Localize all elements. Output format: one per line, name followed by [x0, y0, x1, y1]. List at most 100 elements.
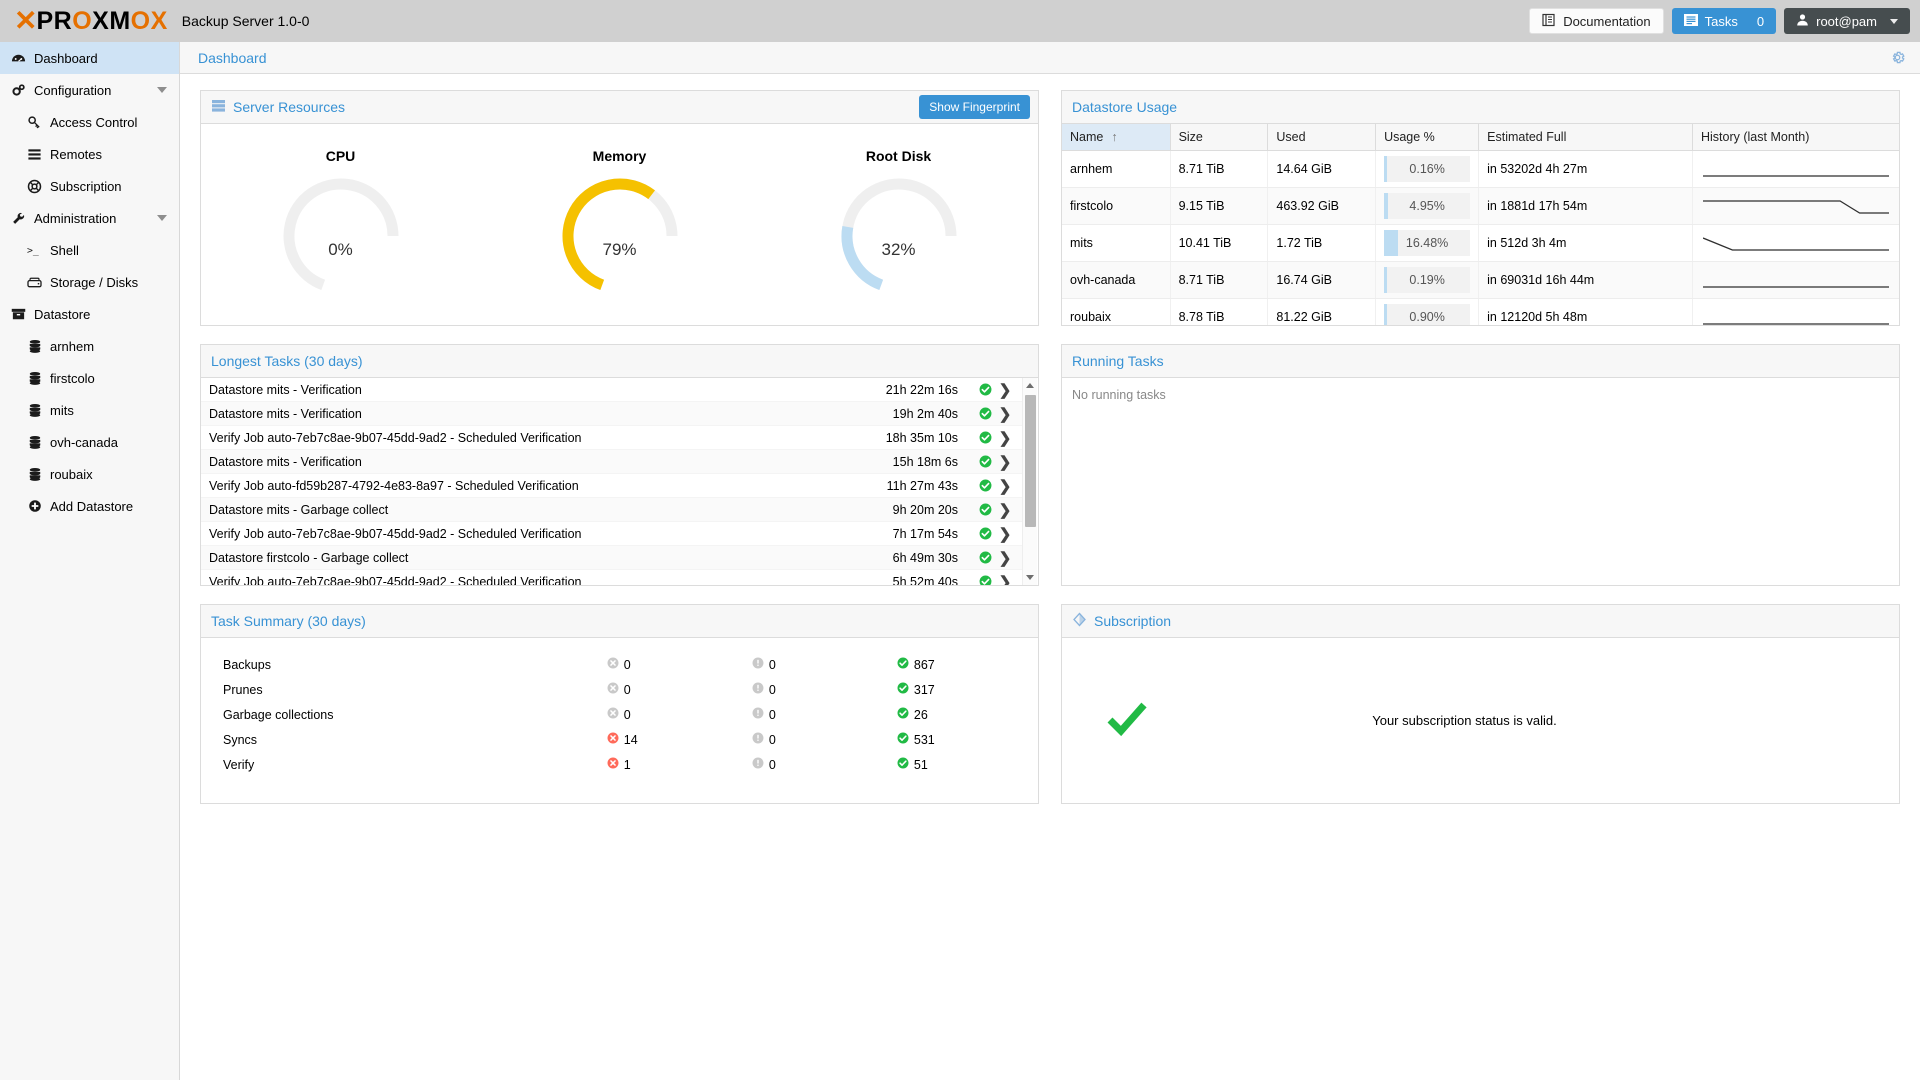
column-header-label: Used [1276, 130, 1306, 144]
task-row[interactable]: Verify Job auto-7eb7c8ae-9b07-45dd-9ad2 … [201, 426, 1022, 450]
chevron-right-icon[interactable]: ❯ [994, 573, 1016, 586]
datastore-row[interactable]: mits 10.41 TiB 1.72 TiB 16.48% in 512d 3h 4… [1062, 224, 1899, 262]
sidebar-item-add-datastore[interactable]: Add Datastore [0, 490, 179, 522]
sidebar-item-roubaix[interactable]: roubaix [0, 458, 179, 490]
sidebar-item-administration[interactable]: Administration [0, 202, 179, 234]
green-check-icon [1104, 696, 1150, 745]
usage-percent-label: 0.90% [1409, 310, 1445, 324]
task-description: Verify Job auto-fd59b287-4792-4e83-8a97 … [209, 478, 579, 493]
task-summary-label: Garbage collections [223, 707, 334, 722]
logo-wordmark: PROXMOX [36, 6, 168, 35]
column-header-history-last-month[interactable]: History (last Month) [1692, 124, 1899, 151]
task-duration: 15h 18m 6s [892, 454, 958, 469]
datastore-row[interactable]: firstcolo 9.15 TiB 463.92 GiB 4.95% in 1881… [1062, 187, 1899, 225]
chevron-right-icon[interactable]: ❯ [994, 525, 1016, 543]
task-row[interactable]: Verify Job auto-7eb7c8ae-9b07-45dd-9ad2 … [201, 522, 1022, 546]
task-summary-panel: Task Summary (30 days) Backups 0 0 867 Prune… [200, 604, 1039, 804]
task-summary-warning-cell: 0 [748, 702, 893, 727]
datastore-estimated-full-cell: in 12120d 5h 48m [1478, 298, 1693, 325]
datastore-row[interactable]: ovh-canada 8.71 TiB 16.74 GiB 0.19% in 6903… [1062, 261, 1899, 299]
ok-icon [897, 732, 909, 747]
scroll-down-arrow[interactable] [1023, 570, 1037, 585]
user-menu-button[interactable]: root@pam [1784, 8, 1910, 34]
column-header-name[interactable]: Name ↑ [1062, 124, 1171, 151]
datastore-usage-title: Datastore Usage [1072, 99, 1178, 115]
task-duration: 5h 52m 40s [892, 574, 958, 586]
sidebar-item-shell[interactable]: >_ Shell [0, 234, 179, 266]
logo-x-mark: ✕ [14, 5, 38, 36]
chevron-down-icon[interactable] [157, 215, 167, 221]
task-row[interactable]: Datastore mits - Garbage collect 9h 20m 2… [201, 498, 1022, 522]
chevron-right-icon[interactable]: ❯ [994, 381, 1016, 399]
database-icon [26, 339, 43, 354]
column-header-usage[interactable]: Usage % [1375, 124, 1480, 151]
sidebar-item-datastore[interactable]: Datastore [0, 298, 179, 330]
scrollbar-thumb[interactable] [1025, 395, 1036, 527]
sidebar-nav: Dashboard Configuration Access Control Remo… [0, 42, 180, 1080]
datastore-estimated-full-cell: in 512d 3h 4m [1478, 224, 1693, 262]
datastore-name-cell: firstcolo [1062, 187, 1171, 225]
sidebar-item-access-control[interactable]: Access Control [0, 106, 179, 138]
sidebar-item-storage-disks[interactable]: Storage / Disks [0, 266, 179, 298]
key-icon [26, 115, 43, 130]
sidebar-item-mits[interactable]: mits [0, 394, 179, 426]
chevron-right-icon[interactable]: ❯ [994, 453, 1016, 471]
sidebar-item-dashboard[interactable]: Dashboard [0, 42, 179, 74]
task-duration: 18h 35m 10s [885, 430, 958, 445]
task-row[interactable]: Datastore mits - Verification 21h 22m 16s… [201, 378, 1022, 402]
tasks-button[interactable]: Tasks 0 [1671, 8, 1777, 34]
warning-icon [752, 732, 764, 747]
chevron-right-icon[interactable]: ❯ [994, 549, 1016, 567]
task-row[interactable]: Verify Job auto-fd59b287-4792-4e83-8a97 … [201, 474, 1022, 498]
datastore-row[interactable]: roubaix 8.78 TiB 81.22 GiB 0.90% in 12120d … [1062, 298, 1899, 325]
task-summary-error-cell: 0 [603, 702, 748, 727]
column-header-used[interactable]: Used [1267, 124, 1377, 151]
sidebar-item-arnhem[interactable]: arnhem [0, 330, 179, 362]
task-summary-row: Syncs 14 0 531 [201, 727, 1038, 752]
datastore-row[interactable]: arnhem 8.71 TiB 14.64 GiB 0.16% in 53202d 4… [1062, 150, 1899, 188]
column-header-estimated-full[interactable]: Estimated Full [1478, 124, 1693, 151]
error-count: 0 [623, 682, 631, 697]
chevron-right-icon[interactable]: ❯ [994, 501, 1016, 519]
datastore-usage-panel: Datastore Usage Name ↑ Size Used Usage % Esti… [1061, 90, 1900, 326]
gears-icon [10, 83, 27, 98]
sidebar-item-ovh-canada[interactable]: ovh-canada [0, 426, 179, 458]
longest-tasks-list: Datastore mits - Verification 21h 22m 16s… [201, 378, 1038, 585]
column-header-size[interactable]: Size [1170, 124, 1269, 151]
task-row[interactable]: Verify Job auto-7eb7c8ae-9b07-45dd-9ad2 … [201, 570, 1022, 585]
sidebar-item-subscription[interactable]: Subscription [0, 170, 179, 202]
usage-bar-fill [1384, 193, 1389, 219]
book-icon [1542, 13, 1556, 30]
chevron-right-icon[interactable]: ❯ [994, 477, 1016, 495]
datastore-usage-percent-cell: 0.16% [1375, 150, 1480, 188]
datastore-used-cell: 14.64 GiB [1267, 150, 1377, 188]
sidebar-item-label: mits [50, 402, 74, 418]
sidebar-item-remotes[interactable]: Remotes [0, 138, 179, 170]
show-fingerprint-button[interactable]: Show Fingerprint [919, 95, 1030, 119]
gear-icon[interactable] [1889, 49, 1906, 66]
chevron-right-icon[interactable]: ❯ [994, 405, 1016, 423]
task-row[interactable]: Datastore mits - Verification 15h 18m 6s ❯ [201, 450, 1022, 474]
warning-count: 0 [768, 732, 776, 747]
database-icon [26, 371, 43, 386]
error-icon [607, 707, 619, 722]
gauge-arc: 0% [241, 174, 441, 292]
usage-percent-label: 16.48% [1405, 236, 1449, 250]
documentation-button[interactable]: Documentation [1529, 8, 1664, 34]
ok-count: 26 [913, 707, 928, 722]
task-row[interactable]: Datastore firstcolo - Garbage collect 6h … [201, 546, 1022, 570]
plus-circle-icon [26, 499, 43, 513]
breadcrumb[interactable]: Dashboard [198, 50, 267, 66]
user-icon [1796, 13, 1809, 29]
task-summary-warning-cell: 0 [748, 677, 893, 702]
sidebar-item-configuration[interactable]: Configuration [0, 74, 179, 106]
chevron-down-icon[interactable] [157, 87, 167, 93]
chevron-right-icon[interactable]: ❯ [994, 429, 1016, 447]
sidebar-item-firstcolo[interactable]: firstcolo [0, 362, 179, 394]
scroll-up-arrow[interactable] [1023, 378, 1037, 393]
longest-tasks-scrollbar[interactable] [1022, 378, 1037, 585]
task-row[interactable]: Datastore mits - Verification 19h 2m 40s ❯ [201, 402, 1022, 426]
task-description: Verify Job auto-7eb7c8ae-9b07-45dd-9ad2 … [209, 526, 582, 541]
task-summary-table: Backups 0 0 867 Prunes 0 0 317 Garbage collectio… [201, 652, 1038, 777]
task-summary-title: Task Summary (30 days) [211, 613, 366, 629]
